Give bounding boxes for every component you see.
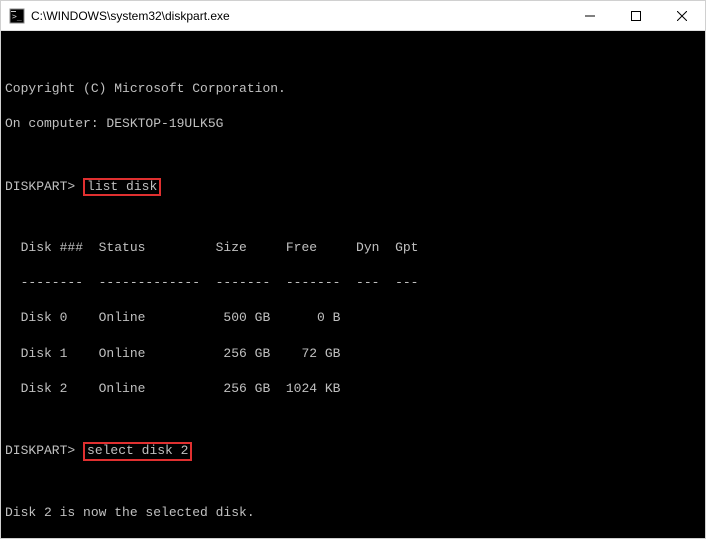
prompt-select-disk: DISKPART> select disk 2 — [5, 442, 701, 460]
disk-row: Disk 0 Online 500 GB 0 B — [5, 309, 701, 327]
close-button[interactable] — [659, 1, 705, 30]
prompt-label: DISKPART> — [5, 443, 75, 458]
disk-divider: -------- ------------- ------- ------- -… — [5, 274, 701, 292]
cmd-select-disk: select disk 2 — [83, 442, 192, 460]
window-titlebar: >_ C:\WINDOWS\system32\diskpart.exe — [1, 1, 705, 31]
disk-header: Disk ### Status Size Free Dyn Gpt — [5, 239, 701, 257]
msg-disk-selected: Disk 2 is now the selected disk. — [5, 504, 701, 522]
disk-row: Disk 1 Online 256 GB 72 GB — [5, 345, 701, 363]
minimize-button[interactable] — [567, 1, 613, 30]
window-title: C:\WINDOWS\system32\diskpart.exe — [31, 9, 567, 23]
terminal-output[interactable]: Copyright (C) Microsoft Corporation. On … — [1, 31, 705, 538]
copyright-line: Copyright (C) Microsoft Corporation. — [5, 80, 701, 98]
maximize-button[interactable] — [613, 1, 659, 30]
disk-row: Disk 2 Online 256 GB 1024 KB — [5, 380, 701, 398]
app-icon: >_ — [9, 8, 25, 24]
window-controls — [567, 1, 705, 30]
svg-text:>_: >_ — [12, 12, 22, 21]
cmd-list-disk: list disk — [83, 178, 161, 196]
prompt-list-disk: DISKPART> list disk — [5, 178, 701, 196]
computer-line: On computer: DESKTOP-19ULK5G — [5, 115, 701, 133]
prompt-label: DISKPART> — [5, 179, 75, 194]
